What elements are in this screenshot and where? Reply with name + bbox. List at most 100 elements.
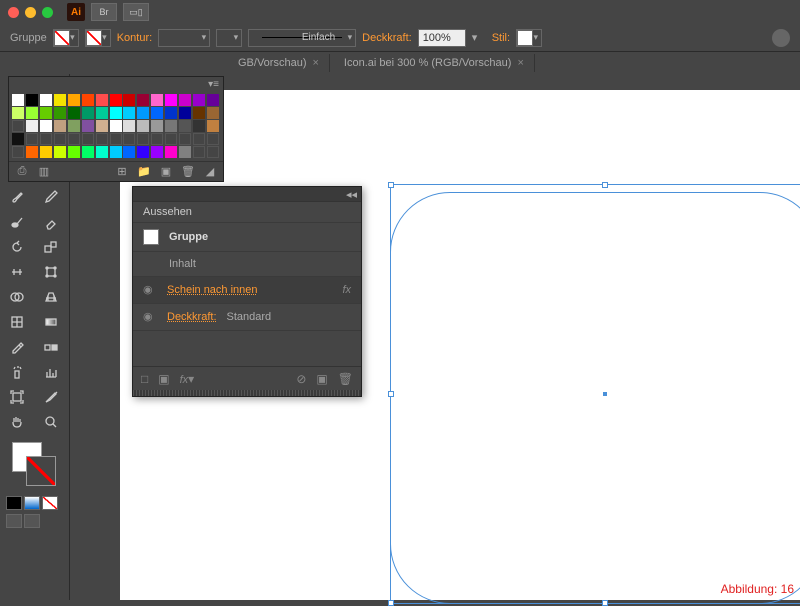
swatch[interactable] bbox=[151, 146, 163, 158]
swatch[interactable] bbox=[26, 133, 38, 145]
slice-tool[interactable] bbox=[35, 384, 68, 409]
sync-icon[interactable] bbox=[772, 29, 790, 47]
appearance-contents-row[interactable]: Inhalt bbox=[133, 251, 361, 276]
swatch[interactable] bbox=[110, 146, 122, 158]
swatch[interactable] bbox=[179, 120, 191, 132]
stroke-weight-dropdown[interactable] bbox=[158, 29, 210, 47]
swatch[interactable] bbox=[137, 120, 149, 132]
swatch[interactable] bbox=[193, 133, 205, 145]
center-handle[interactable] bbox=[603, 392, 607, 396]
appearance-effect-label[interactable]: Schein nach innen bbox=[167, 284, 258, 296]
swatch[interactable] bbox=[82, 133, 94, 145]
swatch[interactable] bbox=[165, 146, 177, 158]
swatch[interactable] bbox=[137, 94, 149, 106]
minimize-window-icon[interactable] bbox=[25, 7, 36, 18]
artboard-tool[interactable] bbox=[0, 384, 33, 409]
symbol-sprayer-tool[interactable] bbox=[0, 359, 33, 384]
swatch[interactable] bbox=[123, 133, 135, 145]
appearance-opacity-label[interactable]: Deckkraft: bbox=[167, 311, 217, 323]
swatch[interactable] bbox=[68, 120, 80, 132]
swatch[interactable] bbox=[12, 133, 24, 145]
shape-builder-tool[interactable] bbox=[0, 284, 33, 309]
swatch[interactable] bbox=[179, 133, 191, 145]
swatch[interactable] bbox=[26, 146, 38, 158]
style-dropdown[interactable] bbox=[516, 29, 542, 47]
opacity-dropdown-icon[interactable]: ▾ bbox=[472, 31, 486, 44]
swatch[interactable] bbox=[26, 94, 38, 106]
new-fill-icon[interactable]: ▣ bbox=[158, 372, 169, 386]
swatch[interactable] bbox=[137, 146, 149, 158]
new-stroke-icon[interactable]: □ bbox=[141, 372, 148, 386]
swatch[interactable] bbox=[96, 146, 108, 158]
swatch[interactable] bbox=[12, 94, 24, 106]
swatch[interactable] bbox=[165, 133, 177, 145]
swatch[interactable] bbox=[110, 133, 122, 145]
mesh-tool[interactable] bbox=[0, 309, 33, 334]
swatch[interactable] bbox=[179, 107, 191, 119]
eraser-tool[interactable] bbox=[35, 209, 68, 234]
swatch[interactable] bbox=[123, 146, 135, 158]
swatch[interactable] bbox=[151, 133, 163, 145]
resize-icon[interactable]: ◢ bbox=[203, 165, 217, 179]
swatch[interactable] bbox=[207, 146, 219, 158]
swatch[interactable] bbox=[165, 94, 177, 106]
none-mode[interactable] bbox=[42, 496, 58, 510]
swatch[interactable] bbox=[96, 94, 108, 106]
close-tab-icon[interactable]: × bbox=[312, 57, 318, 69]
resize-handle[interactable] bbox=[602, 182, 608, 188]
swatch[interactable] bbox=[68, 146, 80, 158]
swatch[interactable] bbox=[151, 107, 163, 119]
duplicate-icon[interactable]: ▣ bbox=[316, 372, 327, 386]
doc-tab-1[interactable]: GB/Vorschau)× bbox=[228, 54, 330, 72]
swatch[interactable] bbox=[12, 107, 24, 119]
swatch[interactable] bbox=[137, 133, 149, 145]
resize-handle[interactable] bbox=[602, 600, 608, 606]
swatch[interactable] bbox=[54, 146, 66, 158]
swatch[interactable] bbox=[12, 120, 24, 132]
eyedropper-tool[interactable] bbox=[0, 334, 33, 359]
swatch[interactable] bbox=[54, 94, 66, 106]
scale-tool[interactable] bbox=[35, 234, 68, 259]
swatch[interactable] bbox=[96, 107, 108, 119]
opacity-input[interactable]: 100% bbox=[418, 29, 466, 47]
swatch[interactable] bbox=[207, 94, 219, 106]
fill-stroke-indicator[interactable] bbox=[6, 440, 63, 490]
swatch[interactable] bbox=[137, 107, 149, 119]
swatch[interactable] bbox=[40, 146, 52, 158]
swatch[interactable] bbox=[40, 107, 52, 119]
swatch[interactable] bbox=[82, 107, 94, 119]
blob-brush-tool[interactable] bbox=[0, 209, 33, 234]
resize-handle[interactable] bbox=[388, 182, 394, 188]
swatch[interactable] bbox=[12, 146, 24, 158]
screen-mode-normal[interactable] bbox=[6, 514, 22, 528]
bridge-button[interactable]: Br bbox=[91, 3, 117, 21]
stroke-dropdown[interactable] bbox=[85, 29, 111, 47]
width-tool[interactable] bbox=[0, 259, 33, 284]
fx-icon[interactable]: fx bbox=[342, 284, 351, 296]
visibility-icon[interactable]: ◉ bbox=[143, 283, 157, 297]
swatch[interactable] bbox=[54, 120, 66, 132]
swatch[interactable] bbox=[123, 107, 135, 119]
swatch[interactable] bbox=[193, 120, 205, 132]
new-group-icon[interactable]: 📁 bbox=[137, 165, 151, 179]
perspective-tool[interactable] bbox=[35, 284, 68, 309]
swatch[interactable] bbox=[110, 120, 122, 132]
resize-handle[interactable] bbox=[388, 391, 394, 397]
appearance-effect-row[interactable]: ◉ Schein nach innen fx bbox=[133, 276, 361, 303]
add-effect-icon[interactable]: fx▾ bbox=[180, 372, 195, 386]
graph-tool[interactable] bbox=[35, 359, 68, 384]
swatch[interactable] bbox=[96, 133, 108, 145]
swatch[interactable] bbox=[179, 146, 191, 158]
swatch[interactable] bbox=[151, 120, 163, 132]
layout-button[interactable]: ▭▯ bbox=[123, 3, 149, 21]
gradient-tool[interactable] bbox=[35, 309, 68, 334]
swatch[interactable] bbox=[54, 107, 66, 119]
varwidth-dropdown[interactable] bbox=[216, 29, 242, 47]
zoom-tool[interactable] bbox=[35, 409, 68, 434]
panel-collapse-icon[interactable]: ◂◂ bbox=[346, 188, 357, 201]
free-transform-tool[interactable] bbox=[35, 259, 68, 284]
swatch-options-icon[interactable]: ⊞ bbox=[115, 165, 129, 179]
new-swatch-icon[interactable]: ▣ bbox=[159, 165, 173, 179]
doc-tab-2[interactable]: Icon.ai bei 300 % (RGB/Vorschau)× bbox=[334, 54, 535, 72]
color-mode[interactable] bbox=[6, 496, 22, 510]
